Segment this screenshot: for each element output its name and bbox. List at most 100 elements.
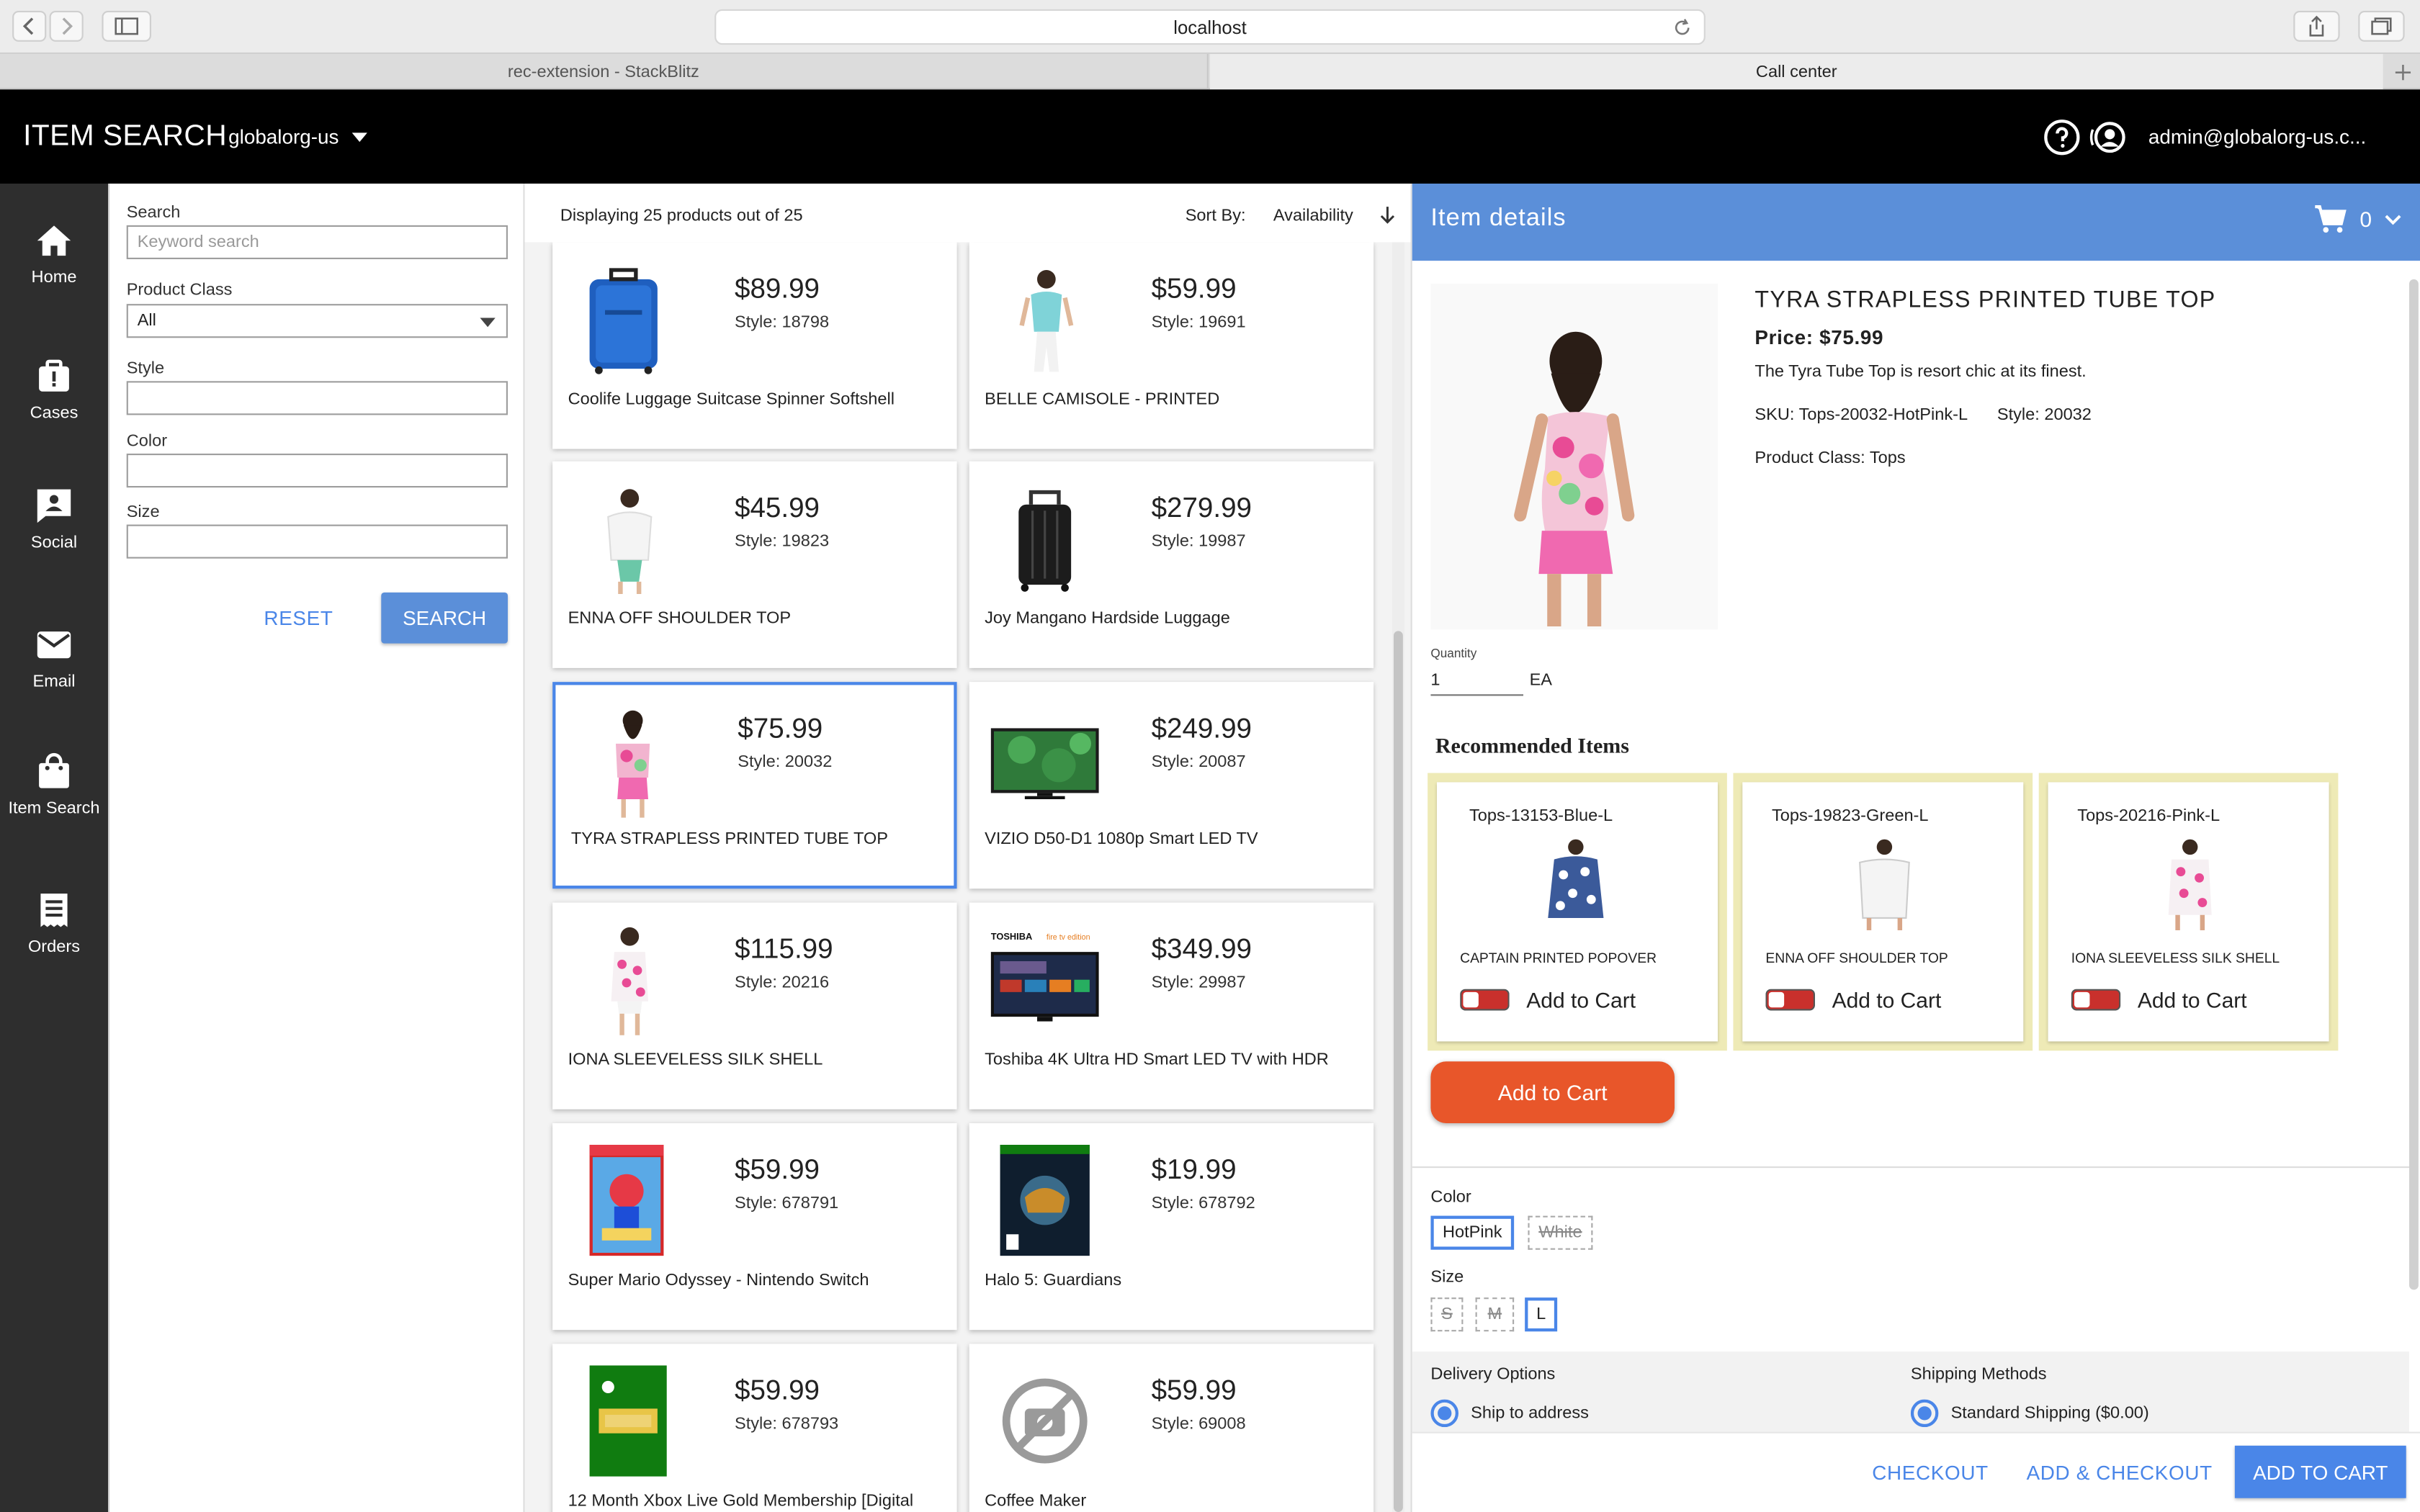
toggle-switch-icon (1765, 989, 1815, 1011)
product-card[interactable]: $89.99 Style: 18798 Coolife Luggage Suit… (552, 242, 957, 449)
product-name: Joy Mangano Hardside Luggage (985, 609, 1230, 629)
size-option-s[interactable]: S (1430, 1297, 1464, 1332)
add-to-cart-footer-button[interactable]: ADD TO CART (2234, 1445, 2406, 1498)
size-input[interactable] (126, 524, 508, 559)
product-card[interactable]: $59.99 Style: 69008 Coffee Maker (969, 1344, 1374, 1512)
product-name: Halo 5: Guardians (985, 1271, 1122, 1290)
add-and-checkout-button[interactable]: ADD & CHECKOUT (2027, 1461, 2213, 1484)
delivery-option-ship[interactable]: Ship to address (1430, 1399, 1589, 1428)
caret-down-icon (351, 132, 367, 142)
product-price: $59.99 (1151, 1374, 1237, 1406)
style-input[interactable] (126, 381, 508, 415)
product-class-select[interactable]: All (126, 304, 508, 338)
search-button[interactable]: SEARCH (381, 592, 508, 644)
sidebar-toggle-button[interactable] (102, 11, 151, 42)
shipping-value: Standard Shipping ($0.00) (1950, 1403, 2149, 1423)
size-option-m[interactable]: M (1475, 1297, 1515, 1332)
rec-image-popover (1548, 839, 1604, 918)
contact-status-icon[interactable] (2089, 120, 2126, 154)
radio-selected-icon (1910, 1399, 1939, 1428)
color-option-hotpink[interactable]: HotPink (1430, 1215, 1515, 1250)
delivery-section: Delivery Options Ship to address Shippin… (1412, 1351, 2409, 1432)
quantity-unit: EA (1529, 671, 1553, 690)
user-account[interactable]: admin@globalorg-us.c... (2148, 125, 2366, 148)
chevron-right-icon (62, 17, 73, 35)
divider (1412, 1166, 2409, 1169)
product-card[interactable]: $45.99 Style: 19823 ENNA OFF SHOULDER TO… (552, 461, 957, 668)
rec-sku: Tops-13153-Blue-L (1469, 806, 1613, 826)
sidebar-item-item-search[interactable]: Item Search (0, 752, 108, 818)
rec-add-to-cart-toggle[interactable]: Add to Cart (1765, 987, 1941, 1012)
sort-direction-icon[interactable] (1380, 205, 1395, 225)
product-price: $115.99 (734, 933, 833, 965)
color-option-white[interactable]: White (1528, 1215, 1593, 1250)
color-input[interactable] (126, 454, 508, 488)
product-name: 12 Month Xbox Live Gold Membership [Digi… (568, 1492, 914, 1511)
sidebar-item-home[interactable]: Home (0, 220, 108, 287)
results-count: Displaying 25 products out of 25 (560, 207, 803, 225)
tabs-overview-button[interactable] (2358, 11, 2405, 42)
caret-down-icon (480, 318, 496, 328)
shopping-bag-icon (39, 752, 69, 788)
sidebar-item-orders[interactable]: Orders (0, 890, 108, 957)
tab-call-center[interactable]: Call center (1210, 54, 2383, 90)
sidebar-item-social[interactable]: Social (0, 486, 108, 552)
shipping-option-standard[interactable]: Standard Shipping ($0.00) (1910, 1399, 2149, 1428)
product-sku: SKU: Tops-20032-HotPink-L (1754, 405, 1968, 425)
scrollbar-thumb[interactable] (1393, 631, 1403, 1512)
product-name: Coolife Luggage Suitcase Spinner Softshe… (568, 390, 895, 409)
rec-name: ENNA OFF SHOULDER TOP (1765, 950, 1948, 966)
cart-menu[interactable]: 0 (2313, 204, 2401, 235)
help-icon[interactable] (2043, 119, 2080, 156)
search-input[interactable]: Keyword search (126, 225, 508, 259)
tab-stackblitz[interactable]: rec-extension - StackBlitz (0, 54, 1209, 90)
toggle-switch-icon (1460, 989, 1510, 1011)
recommended-item: Tops-20216-Pink-L IONA SLEEVELESS SILK S… (2038, 773, 2339, 1051)
product-card[interactable]: $59.99 Style: 678791 Super Mario Odyssey… (552, 1123, 957, 1331)
orders-icon (40, 894, 68, 927)
details-footer: CHECKOUT ADD & CHECKOUT ADD TO CART (1412, 1431, 2420, 1512)
product-card[interactable]: $19.99 Style: 678792 Halo 5: Guardians (969, 1123, 1374, 1331)
product-image-toshiba-tv: TOSHIBA fire tv edition (990, 931, 1099, 1022)
svg-text:TOSHIBA: TOSHIBA (991, 931, 1033, 942)
product-class: Product Class: Tops (1754, 449, 1906, 468)
product-card-selected[interactable]: $75.99 Style: 20032 TYRA STRAPLESS PRINT… (552, 682, 957, 889)
shipping-label: Shipping Methods (1910, 1365, 2047, 1385)
product-card[interactable]: TOSHIBA fire tv edition $349.99 Style: 29… (969, 902, 1374, 1110)
product-card[interactable]: $115.99 Style: 20216 IONA SLEEVELESS SIL… (552, 902, 957, 1110)
back-button[interactable] (12, 11, 47, 42)
checkout-button[interactable]: CHECKOUT (1872, 1461, 1988, 1484)
forward-button[interactable] (49, 11, 84, 42)
sidebar-item-cases[interactable]: Cases (0, 356, 108, 423)
share-button[interactable] (2293, 11, 2340, 42)
product-style: Style: 29987 (1151, 973, 1246, 992)
reload-icon[interactable] (1673, 19, 1692, 37)
add-to-cart-button[interactable]: Add to Cart (1430, 1061, 1675, 1123)
sort-select[interactable]: Availability (1273, 207, 1353, 225)
results-scrollbar[interactable] (1392, 242, 1404, 1512)
sidebar-item-email[interactable]: Email (0, 625, 108, 691)
sort-label: Sort By: (1185, 207, 1246, 225)
product-card[interactable]: $279.99 Style: 19987 Joy Mangano Hardsid… (969, 461, 1374, 668)
toggle-switch-icon (2071, 989, 2121, 1011)
product-card[interactable]: $59.99 Style: 19691 BELLE CAMISOLE - PRI… (969, 242, 1374, 449)
org-selector[interactable]: globalorg-us (228, 125, 367, 148)
product-card[interactable]: $249.99 Style: 20087 VIZIO D50-D1 1080p … (969, 682, 1374, 889)
quantity-input[interactable]: 1 (1430, 668, 1523, 696)
product-name: Coffee Maker (985, 1492, 1087, 1511)
product-image-white-top (607, 489, 653, 594)
rec-add-to-cart-toggle[interactable]: Add to Cart (1460, 987, 1636, 1012)
address-bar[interactable]: localhost (714, 9, 1706, 45)
rec-add-to-cart-toggle[interactable]: Add to Cart (2071, 987, 2247, 1012)
reset-button[interactable]: RESET (264, 606, 333, 629)
product-card[interactable]: $59.99 Style: 678793 12 Month Xbox Live … (552, 1344, 957, 1512)
new-tab-button[interactable] (2385, 54, 2420, 89)
quantity-label: Quantity (1430, 646, 1477, 661)
size-option-l[interactable]: L (1525, 1297, 1558, 1332)
cart-icon (2315, 205, 2347, 233)
details-scrollbar[interactable] (2409, 279, 2419, 1290)
recommended-item: Tops-13153-Blue-L CAPTAIN PRINTED POPOVE… (1428, 773, 1727, 1051)
product-image-suitcase (589, 268, 658, 374)
email-icon (37, 631, 71, 659)
sidebar-item-label: Orders (27, 937, 81, 957)
